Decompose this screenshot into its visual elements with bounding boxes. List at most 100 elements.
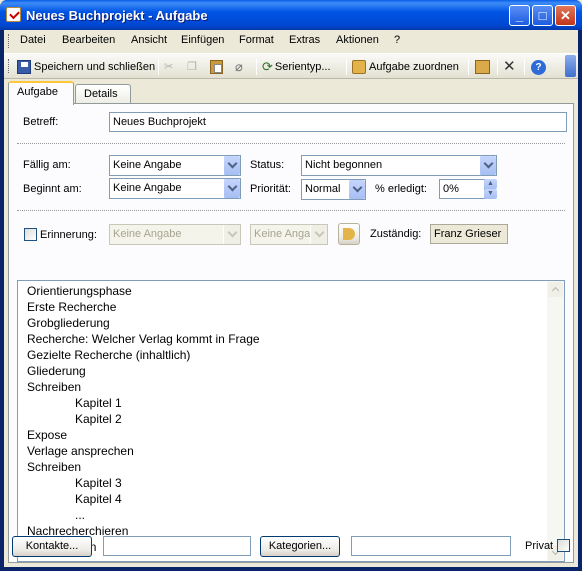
menu-ansicht[interactable]: Ansicht <box>131 34 167 46</box>
task-window: Neues Buchprojekt - Aufgabe _ □ ✕ Datei … <box>0 0 582 571</box>
notes-line: Schreiben <box>27 460 82 474</box>
reminder-sound-button[interactable] <box>338 223 360 245</box>
notes-line: Grobgliederung <box>27 316 110 330</box>
assign-task-label: Aufgabe zuordnen <box>369 61 459 73</box>
toolbar-separator <box>468 59 469 75</box>
start-date-select[interactable]: Keine Angabe <box>109 178 241 199</box>
notes-line: Kapitel 3 <box>75 476 122 490</box>
series-type-label: Serientyp... <box>274 61 331 73</box>
toolbar-separator <box>158 59 159 75</box>
percent-complete-input[interactable]: 0% <box>439 179 485 199</box>
menu-format[interactable]: Format <box>239 34 274 46</box>
menu-bearbeiten[interactable]: Bearbeiten <box>62 34 115 46</box>
notes-line: Kapitel 2 <box>75 412 122 426</box>
notes-line: Verlage ansprechen <box>27 444 134 458</box>
attachment-icon[interactable]: ⌀ <box>235 58 243 76</box>
menu-grip[interactable] <box>8 34 11 48</box>
notes-line: Recherche: Welcher Verlag kommt in Frage <box>27 332 260 346</box>
maximize-button[interactable]: □ <box>532 5 553 26</box>
help-icon[interactable]: ? <box>531 58 546 76</box>
reminder-checkbox[interactable] <box>24 228 37 241</box>
reminder-time-value: Keine Anga <box>254 228 311 240</box>
priority-label: Priorität: <box>250 183 291 195</box>
notes-line: Orientierungsphase <box>27 284 132 298</box>
reminder-date-value: Keine Angabe <box>113 228 182 240</box>
private-checkbox[interactable] <box>557 539 570 552</box>
notes-line: Gliederung <box>27 364 86 378</box>
due-date-value: Keine Angabe <box>113 159 182 171</box>
status-select[interactable]: Nicht begonnen <box>301 155 497 176</box>
scroll-up-icon[interactable] <box>548 282 563 297</box>
contacts-button[interactable]: Kontakte... <box>12 536 92 557</box>
address-book-icon[interactable] <box>475 58 490 76</box>
menu-einfuegen[interactable]: Einfügen <box>181 34 224 46</box>
start-date-label: Beginnt am: <box>23 183 82 195</box>
notes-line: Gezielte Recherche (inhaltlich) <box>27 348 191 362</box>
due-date-label: Fällig am: <box>23 159 71 171</box>
toolbar-separator <box>256 59 257 75</box>
menu-help[interactable]: ? <box>394 34 400 46</box>
notes-line: Schreiben <box>27 380 82 394</box>
due-date-select[interactable]: Keine Angabe <box>109 155 241 176</box>
chevron-down-icon <box>310 225 327 244</box>
divider <box>17 210 565 212</box>
tab-aufgabe[interactable]: Aufgabe <box>8 81 74 105</box>
series-type-button[interactable]: ⟳ Serientyp... <box>262 58 331 76</box>
assign-task-icon <box>352 60 366 75</box>
priority-select[interactable]: Normal <box>301 179 366 200</box>
divider <box>17 143 565 145</box>
tab-strip: Aufgabe Details <box>4 80 578 105</box>
speaker-icon <box>343 228 355 240</box>
minimize-button[interactable]: _ <box>509 5 530 26</box>
toolbar-separator <box>524 59 525 75</box>
window-title: Neues Buchprojekt - Aufgabe <box>26 8 208 23</box>
notes-body[interactable]: Orientierungsphase Erste Recherche Grobgli… <box>17 280 565 562</box>
notes-line: ... <box>75 508 86 522</box>
title-bar[interactable]: Neues Buchprojekt - Aufgabe _ □ ✕ <box>0 0 582 30</box>
copy-icon[interactable]: ❐ <box>187 58 197 76</box>
notes-line: Kapitel 4 <box>75 492 122 506</box>
notes-line: Erste Recherche <box>27 300 117 314</box>
menu-aktionen[interactable]: Aktionen <box>336 34 379 46</box>
menu-extras[interactable]: Extras <box>289 34 320 46</box>
chevron-down-icon <box>348 180 365 199</box>
reminder-time-select[interactable]: Keine Anga <box>250 224 328 245</box>
owner-value: Franz Grieser <box>430 224 508 244</box>
toolbar-grip[interactable] <box>8 59 11 73</box>
priority-value: Normal <box>305 183 341 195</box>
save-close-label: Speichern und schließen <box>34 61 156 73</box>
paste-icon[interactable] <box>210 58 223 76</box>
status-label: Status: <box>250 159 285 171</box>
toolbar-separator <box>497 59 498 75</box>
save-close-button[interactable]: Speichern und schließen <box>17 58 155 76</box>
toolbar-options-chevron-icon[interactable] <box>565 55 576 77</box>
notes-line: Kapitel 1 <box>75 396 122 410</box>
window-client: Datei Bearbeiten Ansicht Einfügen Format… <box>4 30 578 567</box>
spin-down-icon[interactable]: ▼ <box>484 189 497 199</box>
reminder-label: Erinnerung: <box>40 229 97 241</box>
notes-scrollbar[interactable] <box>547 281 564 561</box>
standard-toolbar: Speichern und schließen ✂ ❐ ⌀ ⟳ Serientyp… <box>4 53 578 79</box>
task-icon <box>6 7 21 22</box>
chevron-down-icon <box>479 156 496 175</box>
subject-label: Betreff: <box>23 116 59 128</box>
task-panel: Betreff: Neues Buchprojekt Fällig am: Ke… <box>8 103 574 563</box>
contacts-input[interactable] <box>103 536 251 556</box>
categories-input[interactable] <box>351 536 511 556</box>
assign-task-button[interactable]: Aufgabe zuordnen <box>352 58 459 76</box>
delete-icon[interactable]: ✕ <box>503 58 516 76</box>
menu-bar: Datei Bearbeiten Ansicht Einfügen Format… <box>4 30 578 52</box>
menu-datei[interactable]: Datei <box>20 34 46 46</box>
percent-spinner[interactable]: ▲ ▼ <box>484 179 497 199</box>
recurrence-icon: ⟳ <box>262 59 273 75</box>
tab-details[interactable]: Details <box>75 84 131 104</box>
cut-icon[interactable]: ✂ <box>164 58 173 76</box>
categories-button[interactable]: Kategorien... <box>260 536 340 557</box>
subject-input[interactable]: Neues Buchprojekt <box>109 112 567 132</box>
percent-complete-label: % erledigt: <box>375 183 427 195</box>
reminder-date-select[interactable]: Keine Angabe <box>109 224 241 245</box>
chevron-down-icon <box>223 156 240 175</box>
close-button[interactable]: ✕ <box>555 5 576 26</box>
private-label: Privat <box>525 540 554 552</box>
spin-up-icon[interactable]: ▲ <box>484 179 497 189</box>
